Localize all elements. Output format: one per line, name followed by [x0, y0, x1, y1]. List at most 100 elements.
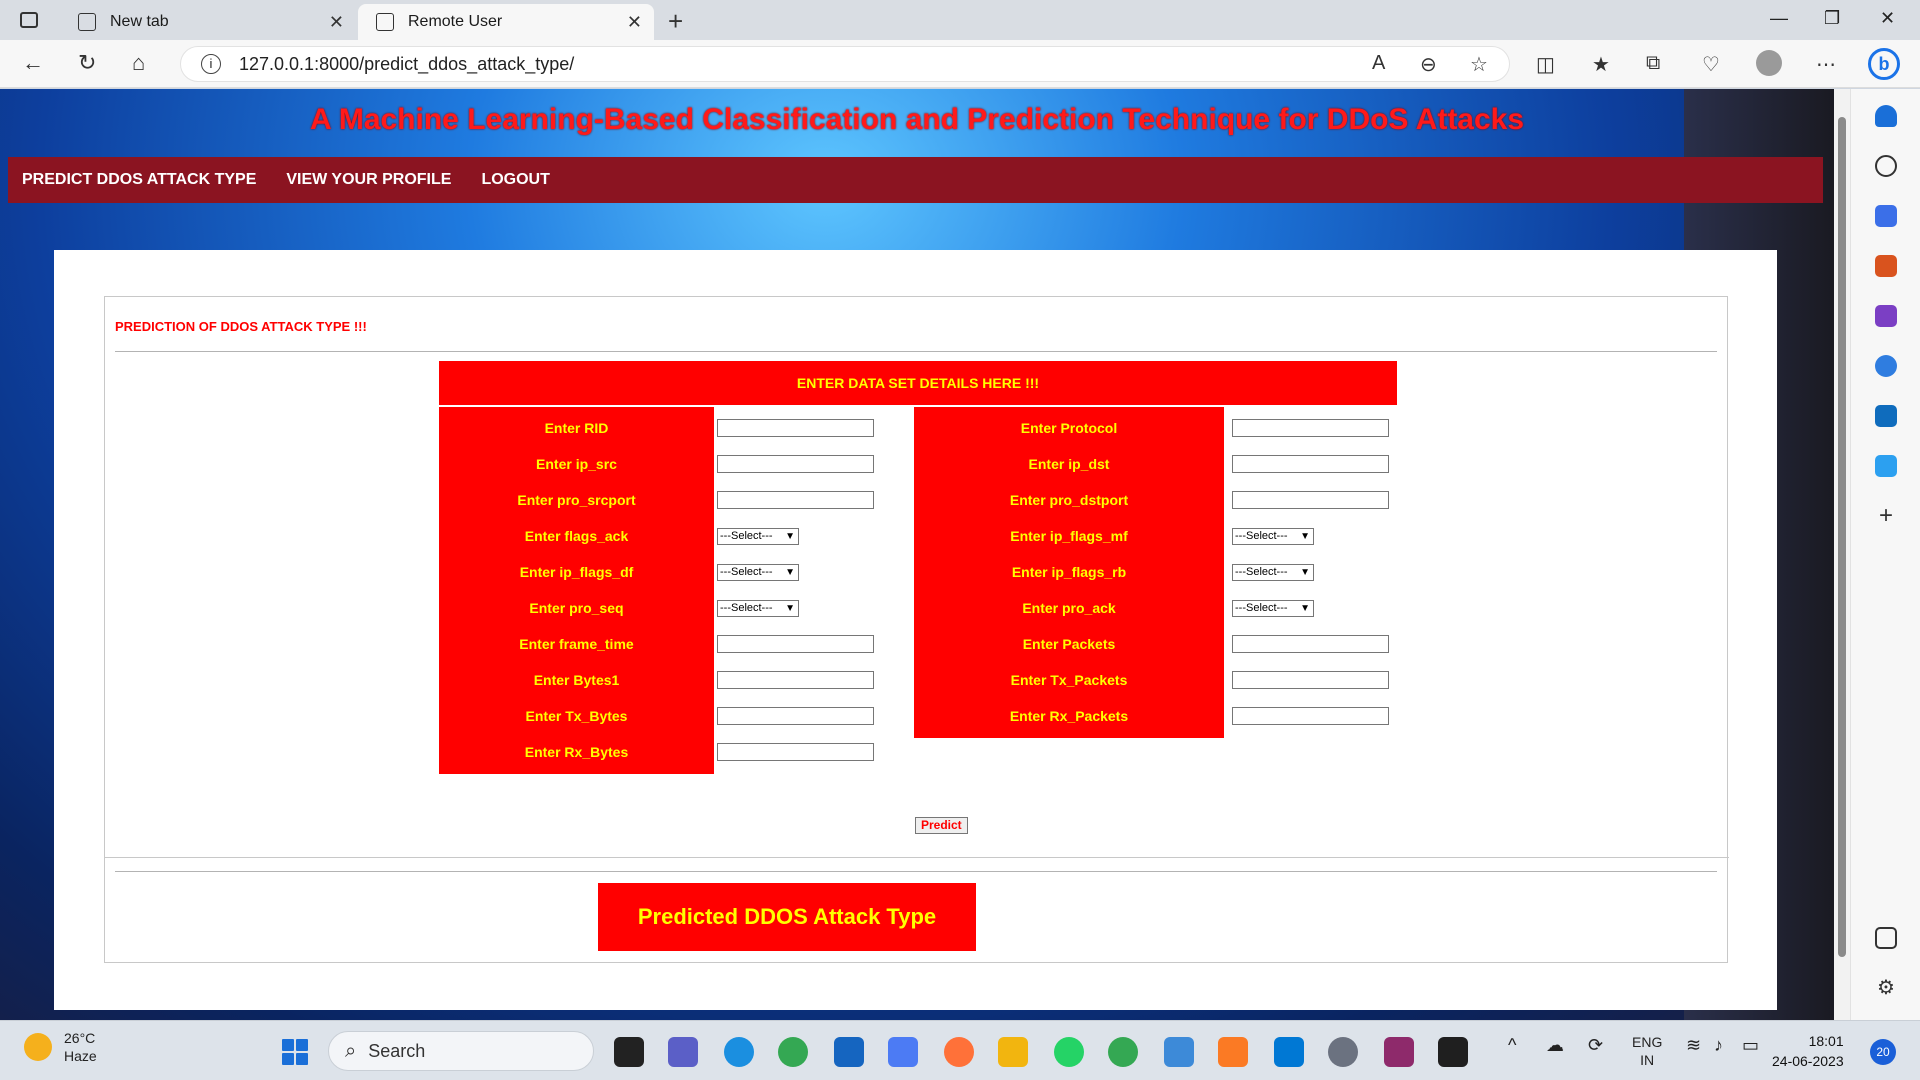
wifi-icon[interactable]: ≋: [1686, 1035, 1701, 1056]
nav-logout[interactable]: LOGOUT: [481, 171, 549, 189]
pro-srcport-input[interactable]: [717, 491, 874, 509]
tab-actions-icon[interactable]: [20, 12, 38, 28]
restore-icon[interactable]: ❐: [1824, 8, 1840, 29]
close-icon[interactable]: ✕: [627, 12, 642, 33]
rx-bytes-input[interactable]: [717, 743, 874, 761]
whatsapp-icon[interactable]: [1054, 1037, 1084, 1067]
new-tab-button[interactable]: +: [668, 6, 683, 37]
form-header: ENTER DATA SET DETAILS HERE !!!: [439, 361, 1397, 405]
taskbar-search[interactable]: ⌕ Search: [328, 1031, 594, 1071]
window-close-icon[interactable]: ✕: [1880, 8, 1895, 29]
store-icon[interactable]: [834, 1037, 864, 1067]
hide-sidebar-icon[interactable]: [1875, 927, 1897, 949]
copilot-app-icon[interactable]: [888, 1037, 918, 1067]
rid-input[interactable]: [717, 419, 874, 437]
tab-new-tab[interactable]: New tab ✕: [60, 4, 356, 40]
nav-predict-ddos[interactable]: PREDICT DDOS ATTACK TYPE: [22, 171, 256, 189]
scrollbar-thumb[interactable]: [1838, 117, 1846, 957]
chrome-icon[interactable]: [778, 1037, 808, 1067]
pro-seq-select[interactable]: ---Select--- ▼: [717, 600, 799, 617]
refresh-icon[interactable]: ↻: [78, 50, 96, 76]
notification-badge[interactable]: 20: [1870, 1039, 1896, 1065]
site-info-icon[interactable]: i: [201, 54, 221, 74]
address-bar-row: ← ↻ ⌂ i 127.0.0.1:8000/predict_ddos_atta…: [0, 40, 1920, 88]
favorite-star-icon[interactable]: ☆: [1470, 52, 1488, 77]
edge-icon[interactable]: [724, 1037, 754, 1067]
back-icon[interactable]: ←: [22, 50, 44, 76]
shopping-icon[interactable]: [1875, 205, 1897, 227]
protocol-input[interactable]: [1232, 419, 1389, 437]
battery-icon[interactable]: ▭: [1742, 1035, 1759, 1056]
outlook-icon[interactable]: [1875, 405, 1897, 427]
onedrive-icon[interactable]: ☁: [1546, 1035, 1564, 1056]
tab-remote-user[interactable]: Remote User ✕: [358, 4, 654, 40]
page-title: A Machine Learning-Based Classification …: [309, 103, 1525, 136]
ip-flags-df-select[interactable]: ---Select--- ▼: [717, 564, 799, 581]
tx-bytes-input[interactable]: [717, 707, 874, 725]
settings-icon[interactable]: ⚙: [1875, 977, 1897, 999]
pro-dstport-input[interactable]: [1232, 491, 1389, 509]
tools-icon[interactable]: [1875, 255, 1897, 277]
nav-view-profile[interactable]: VIEW YOUR PROFILE: [286, 171, 451, 189]
page-scrollbar[interactable]: [1834, 89, 1850, 1020]
flags-ack-select[interactable]: ---Select--- ▼: [717, 528, 799, 545]
ip-flags-rb-select[interactable]: ---Select--- ▼: [1232, 564, 1314, 581]
notifications-icon[interactable]: [1875, 105, 1897, 127]
terminal-icon[interactable]: [1438, 1037, 1468, 1067]
profile-avatar[interactable]: [1756, 50, 1782, 76]
pro-ack-select[interactable]: ---Select--- ▼: [1232, 600, 1314, 617]
control-panel-icon[interactable]: [1164, 1037, 1194, 1067]
firefox-icon[interactable]: [944, 1037, 974, 1067]
frame-time-input[interactable]: [717, 635, 874, 653]
tx-packets-input[interactable]: [1232, 671, 1389, 689]
bytes1-input[interactable]: [717, 671, 874, 689]
copilot-icon[interactable]: b: [1868, 48, 1900, 80]
start-button[interactable]: [282, 1039, 308, 1065]
edge-sidebar: + ⚙: [1850, 89, 1920, 1020]
chevron-up-icon[interactable]: ^: [1508, 1035, 1516, 1056]
file-explorer-icon[interactable]: [998, 1037, 1028, 1067]
ip-src-input[interactable]: [717, 455, 874, 473]
haze-icon: [24, 1033, 52, 1061]
minimize-icon[interactable]: —: [1770, 8, 1788, 29]
split-screen-icon[interactable]: ◫: [1536, 52, 1555, 77]
label-rx-bytes: Enter Rx_Bytes: [439, 731, 714, 774]
page-icon: [376, 13, 394, 31]
teams-icon[interactable]: [668, 1037, 698, 1067]
zoom-out-icon[interactable]: ⊖: [1420, 52, 1437, 77]
home-icon[interactable]: ⌂: [132, 50, 145, 76]
xampp-icon[interactable]: [1218, 1037, 1248, 1067]
chevron-down-icon: ▼: [1300, 567, 1310, 578]
packets-input[interactable]: [1232, 635, 1389, 653]
rx-packets-input[interactable]: [1232, 707, 1389, 725]
search-icon: ⌕: [345, 1039, 357, 1062]
settings-app-icon[interactable]: [1328, 1037, 1358, 1067]
winrar-icon[interactable]: [1384, 1037, 1414, 1067]
ip-dst-input[interactable]: [1232, 455, 1389, 473]
search-icon[interactable]: [1875, 155, 1897, 177]
weather-widget[interactable]: 26°C Haze: [24, 1029, 97, 1065]
volume-icon[interactable]: ♪: [1714, 1035, 1723, 1056]
more-menu-icon[interactable]: ⋯: [1816, 52, 1836, 77]
chrome-profile-icon[interactable]: [1108, 1037, 1138, 1067]
url-text: 127.0.0.1:8000/predict_ddos_attack_type/: [239, 53, 575, 74]
games-icon[interactable]: [1875, 305, 1897, 327]
ip-flags-mf-select[interactable]: ---Select--- ▼: [1232, 528, 1314, 545]
close-icon[interactable]: ✕: [329, 12, 344, 33]
drop-icon[interactable]: [1875, 455, 1897, 477]
favorites-icon[interactable]: ★: [1592, 52, 1610, 77]
add-icon[interactable]: +: [1875, 504, 1897, 528]
url-bar[interactable]: i 127.0.0.1:8000/predict_ddos_attack_typ…: [180, 46, 1510, 82]
microsoft-365-icon[interactable]: [1875, 355, 1897, 377]
task-view-icon[interactable]: [614, 1037, 644, 1067]
read-aloud-icon[interactable]: A: [1372, 52, 1385, 75]
vscode-icon[interactable]: [1274, 1037, 1304, 1067]
predict-button[interactable]: Predict: [915, 817, 968, 834]
date: 24-06-2023: [1772, 1053, 1844, 1069]
browser-essentials-icon[interactable]: ♡: [1702, 52, 1720, 77]
clock[interactable]: 18:01 24-06-2023: [1772, 1031, 1844, 1071]
select-value: ---Select---: [1235, 566, 1288, 578]
language-indicator[interactable]: ENG IN: [1632, 1033, 1662, 1069]
sync-icon[interactable]: ⟳: [1588, 1035, 1603, 1056]
collections-icon[interactable]: ⧉: [1646, 52, 1660, 75]
